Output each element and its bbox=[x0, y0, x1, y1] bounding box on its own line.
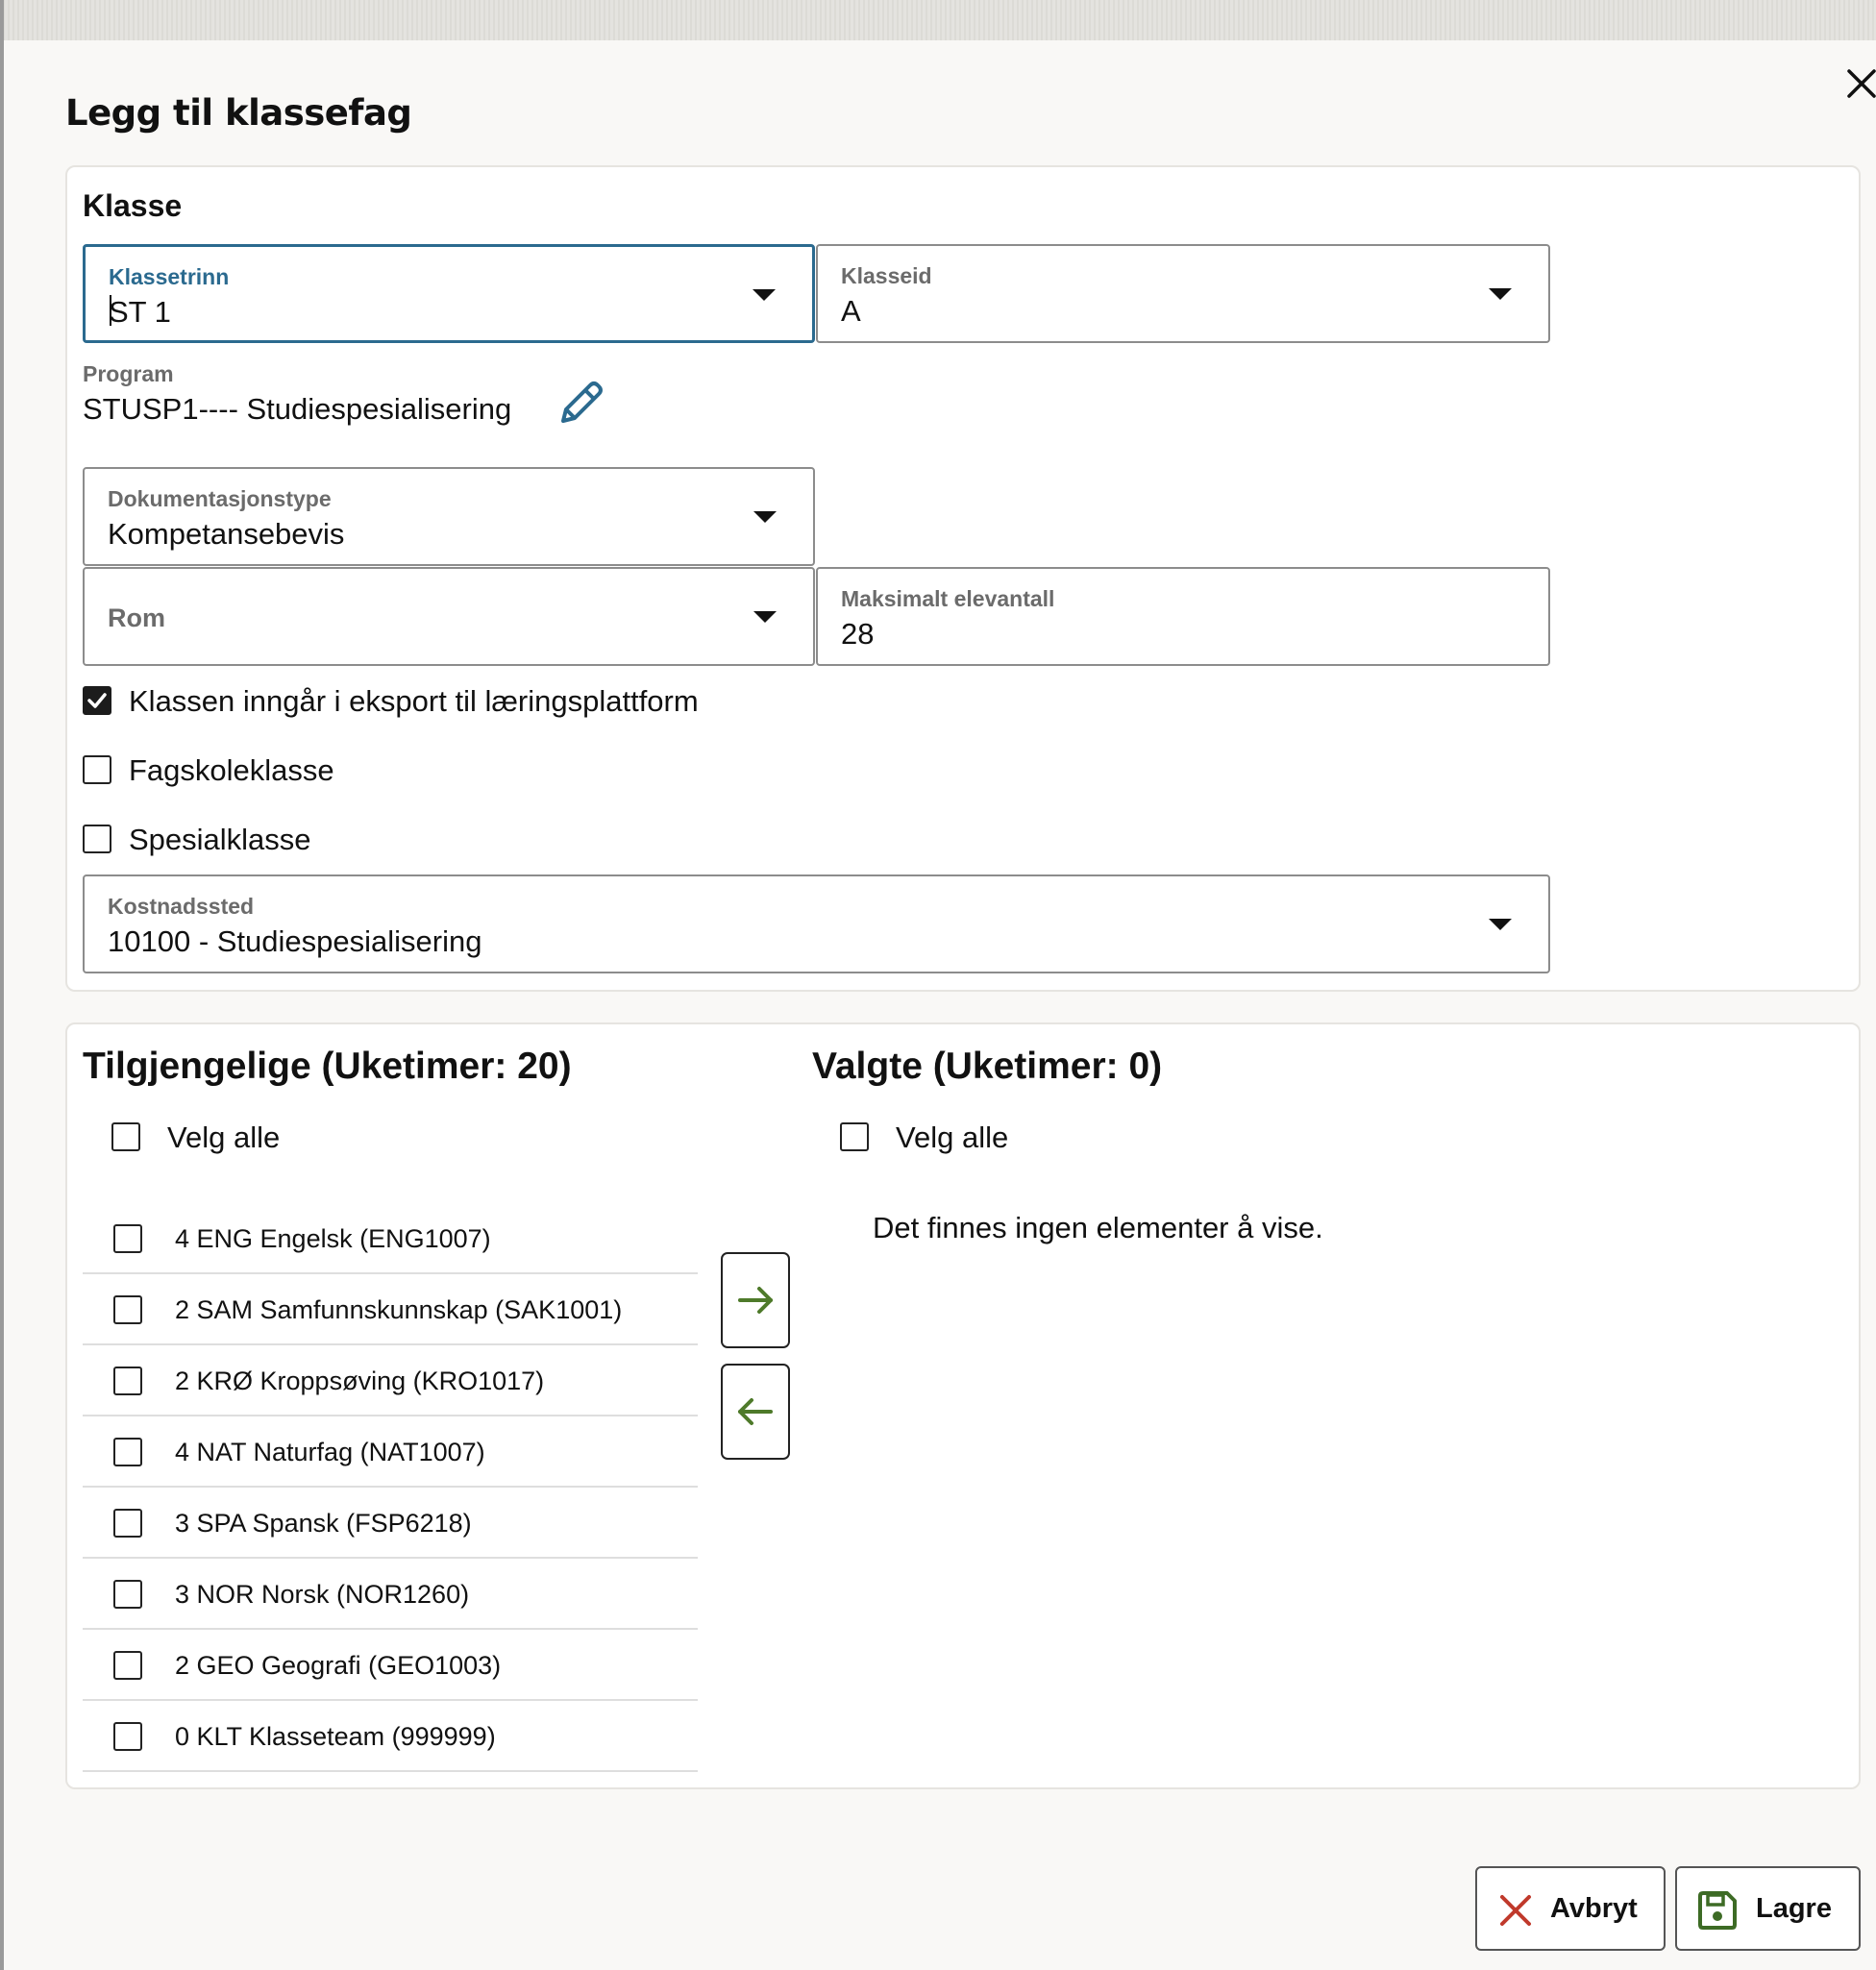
list-item[interactable]: 0 KLT Klasseteam (999999) bbox=[83, 1701, 698, 1772]
kostnadssted-value: 10100 - Studiespesialisering bbox=[108, 924, 482, 958]
class-section-title: Klasse bbox=[83, 188, 183, 223]
export-checkbox-label: Klassen inngår i eksport til læringsplat… bbox=[129, 684, 699, 718]
pencil-icon bbox=[561, 382, 603, 423]
arrow-left-icon bbox=[738, 1398, 773, 1425]
klasseid-value: A bbox=[841, 294, 861, 328]
klassetrinn-select[interactable]: Klassetrinn ST 1 bbox=[83, 244, 815, 343]
available-select-all-checkbox[interactable] bbox=[111, 1122, 140, 1151]
list-item[interactable]: 2 SAM Samfunnskunnskap (SAK1001) bbox=[83, 1274, 698, 1345]
list-item-label: 4 ENG Engelsk (ENG1007) bbox=[175, 1224, 491, 1253]
list-item[interactable]: 3 NOR Norsk (NOR1260) bbox=[83, 1559, 698, 1630]
rom-placeholder: Rom bbox=[108, 603, 165, 632]
list-item-checkbox[interactable] bbox=[113, 1651, 142, 1680]
list-item-checkbox[interactable] bbox=[113, 1580, 142, 1609]
save-icon bbox=[1698, 1891, 1737, 1930]
klasseid-label: Klasseid bbox=[841, 263, 932, 288]
klassetrinn-value: ST 1 bbox=[109, 295, 171, 329]
list-item-label: 4 NAT Naturfag (NAT1007) bbox=[175, 1438, 485, 1466]
list-item-label: 3 SPA Spansk (FSP6218) bbox=[175, 1509, 472, 1538]
selected-select-all-label: Velg alle bbox=[896, 1120, 1009, 1154]
close-icon bbox=[1847, 69, 1876, 98]
chevron-down-icon bbox=[753, 289, 776, 301]
chevron-down-icon bbox=[753, 511, 777, 523]
move-left-button[interactable] bbox=[721, 1364, 790, 1460]
background-strip bbox=[0, 0, 1876, 42]
list-item-checkbox[interactable] bbox=[113, 1224, 142, 1253]
list-item[interactable]: 2 KRØ Kroppsøving (KRO1017) bbox=[83, 1345, 698, 1416]
cancel-button-label: Avbryt bbox=[1550, 1893, 1638, 1924]
move-right-button[interactable] bbox=[721, 1252, 790, 1348]
available-heading: Tilgjengelige (Uketimer: 20) bbox=[83, 1046, 572, 1087]
list-item-checkbox[interactable] bbox=[113, 1509, 142, 1538]
list-item-label: 2 GEO Geografi (GEO1003) bbox=[175, 1651, 502, 1680]
available-select-all-label: Velg alle bbox=[167, 1120, 281, 1154]
list-item-checkbox[interactable] bbox=[113, 1367, 142, 1395]
dokumentasjonstype-select[interactable]: Dokumentasjonstype Kompetansebevis bbox=[83, 467, 815, 566]
rom-select[interactable]: Rom bbox=[83, 567, 815, 666]
checkmark-icon bbox=[87, 693, 107, 708]
fagskoleklasse-checkbox[interactable] bbox=[83, 755, 111, 784]
dialog-title: Legg til klassefag bbox=[65, 92, 412, 134]
close-button[interactable] bbox=[1843, 62, 1876, 104]
program-value: STUSP1---- Studiespesialisering bbox=[83, 392, 512, 426]
selected-heading: Valgte (Uketimer: 0) bbox=[812, 1046, 1163, 1087]
list-item-checkbox[interactable] bbox=[113, 1438, 142, 1466]
spesialklasse-label: Spesialklasse bbox=[129, 823, 311, 856]
edit-program-button[interactable] bbox=[554, 377, 607, 431]
list-item-label: 2 KRØ Kroppsøving (KRO1017) bbox=[175, 1367, 545, 1395]
empty-list-message: Det finnes ingen elementer å vise. bbox=[873, 1211, 1323, 1244]
list-item-checkbox[interactable] bbox=[113, 1295, 142, 1324]
list-item[interactable]: 2 GEO Geografi (GEO1003) bbox=[83, 1630, 698, 1701]
selected-select-all-checkbox[interactable] bbox=[840, 1122, 869, 1151]
list-item[interactable]: 3 SPA Spansk (FSP6218) bbox=[83, 1488, 698, 1559]
list-item-checkbox[interactable] bbox=[113, 1722, 142, 1751]
dokumentasjonstype-label: Dokumentasjonstype bbox=[108, 486, 332, 511]
list-item-label: 3 NOR Norsk (NOR1260) bbox=[175, 1580, 470, 1609]
list-item[interactable]: 4 ENG Engelsk (ENG1007) bbox=[83, 1203, 698, 1274]
export-checkbox[interactable] bbox=[83, 686, 111, 715]
arrow-right-icon bbox=[738, 1287, 773, 1314]
klasseid-select[interactable]: Klasseid A bbox=[816, 244, 1550, 343]
chevron-down-icon bbox=[1489, 919, 1512, 930]
klassetrinn-label: Klassetrinn bbox=[109, 264, 230, 289]
cancel-button[interactable]: Avbryt bbox=[1475, 1866, 1666, 1951]
spesialklasse-checkbox[interactable] bbox=[83, 825, 111, 853]
kostnadssted-label: Kostnadssted bbox=[108, 894, 255, 919]
chevron-down-icon bbox=[753, 611, 777, 623]
max-students-value: 28 bbox=[841, 617, 875, 651]
chevron-down-icon bbox=[1489, 288, 1512, 300]
save-button[interactable]: Lagre bbox=[1675, 1866, 1861, 1951]
list-item[interactable]: 4 NAT Naturfag (NAT1007) bbox=[83, 1416, 698, 1488]
fagskoleklasse-label: Fagskoleklasse bbox=[129, 753, 334, 787]
dokumentasjonstype-value: Kompetansebevis bbox=[108, 517, 345, 551]
list-item-label: 0 KLT Klasseteam (999999) bbox=[175, 1722, 496, 1751]
kostnadssted-select[interactable]: Kostnadssted 10100 - Studiespesialiserin… bbox=[83, 874, 1550, 973]
list-item-label: 2 SAM Samfunnskunnskap (SAK1001) bbox=[175, 1295, 623, 1324]
max-students-input[interactable]: Maksimalt elevantall 28 bbox=[816, 567, 1550, 666]
close-icon bbox=[1500, 1895, 1531, 1926]
program-label: Program bbox=[83, 361, 174, 386]
max-students-label: Maksimalt elevantall bbox=[841, 586, 1055, 611]
save-button-label: Lagre bbox=[1756, 1893, 1832, 1924]
